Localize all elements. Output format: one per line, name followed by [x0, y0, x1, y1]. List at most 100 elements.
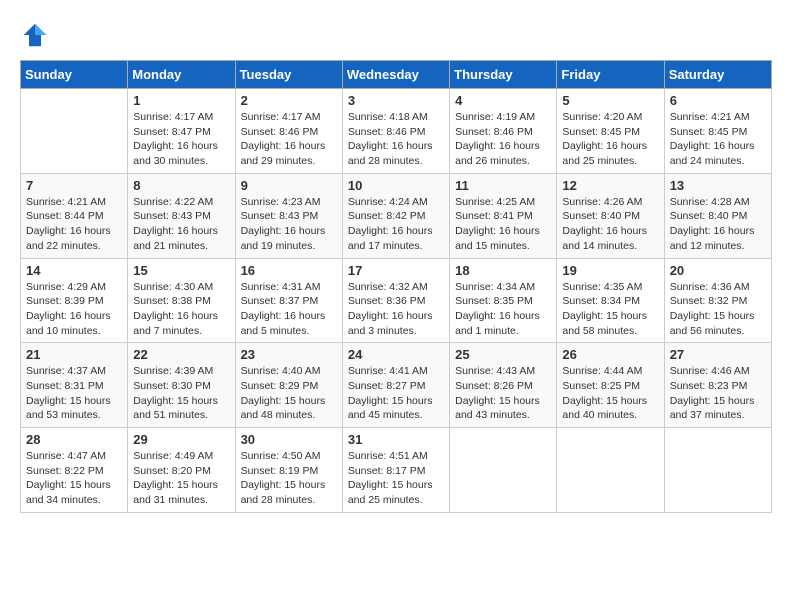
day-number: 29 — [133, 432, 229, 447]
day-number: 31 — [348, 432, 444, 447]
day-info: Sunrise: 4:36 AM Sunset: 8:32 PM Dayligh… — [670, 280, 766, 339]
day-number: 23 — [241, 347, 337, 362]
calendar-cell: 20 Sunrise: 4:36 AM Sunset: 8:32 PM Dayli… — [664, 258, 771, 343]
calendar-cell: 18 Sunrise: 4:34 AM Sunset: 8:35 PM Dayli… — [450, 258, 557, 343]
calendar-cell: 30Sunrise: 4:50 AM Sunset: 8:19 PM Dayli… — [235, 428, 342, 513]
calendar-cell: 17Sunrise: 4:32 AM Sunset: 8:36 PM Dayli… — [342, 258, 449, 343]
day-number: 10 — [348, 178, 444, 193]
day-number: 11 — [455, 178, 551, 193]
day-info: Sunrise: 4:30 AM Sunset: 8:38 PM Dayligh… — [133, 280, 229, 339]
calendar-cell — [21, 89, 128, 174]
day-number: 3 — [348, 93, 444, 108]
day-number: 4 — [455, 93, 551, 108]
day-info: Sunrise: 4:47 AM Sunset: 8:22 PM Dayligh… — [26, 449, 122, 508]
calendar-cell: 28 Sunrise: 4:47 AM Sunset: 8:22 PM Dayli… — [21, 428, 128, 513]
calendar-cell — [450, 428, 557, 513]
day-info: Sunrise: 4:19 AM Sunset: 8:46 PM Dayligh… — [455, 110, 551, 169]
day-info: Sunrise: 4:31 AM Sunset: 8:37 PM Dayligh… — [241, 280, 337, 339]
calendar-cell: 24 Sunrise: 4:41 AM Sunset: 8:27 PM Dayli… — [342, 343, 449, 428]
day-info: Sunrise: 4:21 AM Sunset: 8:44 PM Dayligh… — [26, 195, 122, 254]
weekday-header: Wednesday — [342, 61, 449, 89]
day-number: 22 — [133, 347, 229, 362]
calendar-week-row: 21Sunrise: 4:37 AM Sunset: 8:31 PM Dayli… — [21, 343, 772, 428]
calendar-cell: 26 Sunrise: 4:44 AM Sunset: 8:25 PM Dayli… — [557, 343, 664, 428]
day-number: 25 — [455, 347, 551, 362]
calendar-cell — [664, 428, 771, 513]
day-number: 7 — [26, 178, 122, 193]
day-info: Sunrise: 4:28 AM Sunset: 8:40 PM Dayligh… — [670, 195, 766, 254]
calendar-cell: 15 Sunrise: 4:30 AM Sunset: 8:38 PM Dayli… — [128, 258, 235, 343]
calendar-week-row: 28 Sunrise: 4:47 AM Sunset: 8:22 PM Dayli… — [21, 428, 772, 513]
day-info: Sunrise: 4:46 AM Sunset: 8:23 PM Dayligh… — [670, 364, 766, 423]
day-info: Sunrise: 4:20 AM Sunset: 8:45 PM Dayligh… — [562, 110, 658, 169]
calendar-cell: 29Sunrise: 4:49 AM Sunset: 8:20 PM Dayli… — [128, 428, 235, 513]
calendar-header-row: SundayMondayTuesdayWednesdayThursdayFrid… — [21, 61, 772, 89]
day-number: 28 — [26, 432, 122, 447]
day-info: Sunrise: 4:37 AM Sunset: 8:31 PM Dayligh… — [26, 364, 122, 423]
day-info: Sunrise: 4:40 AM Sunset: 8:29 PM Dayligh… — [241, 364, 337, 423]
calendar-cell: 12 Sunrise: 4:26 AM Sunset: 8:40 PM Dayli… — [557, 173, 664, 258]
day-number: 2 — [241, 93, 337, 108]
day-number: 9 — [241, 178, 337, 193]
calendar-cell: 10 Sunrise: 4:24 AM Sunset: 8:42 PM Dayli… — [342, 173, 449, 258]
calendar-cell: 13 Sunrise: 4:28 AM Sunset: 8:40 PM Dayli… — [664, 173, 771, 258]
weekday-header: Monday — [128, 61, 235, 89]
day-info: Sunrise: 4:23 AM Sunset: 8:43 PM Dayligh… — [241, 195, 337, 254]
day-info: Sunrise: 4:34 AM Sunset: 8:35 PM Dayligh… — [455, 280, 551, 339]
day-info: Sunrise: 4:41 AM Sunset: 8:27 PM Dayligh… — [348, 364, 444, 423]
day-info: Sunrise: 4:44 AM Sunset: 8:25 PM Dayligh… — [562, 364, 658, 423]
day-number: 18 — [455, 263, 551, 278]
day-number: 5 — [562, 93, 658, 108]
calendar-cell: 8Sunrise: 4:22 AM Sunset: 8:43 PM Daylig… — [128, 173, 235, 258]
weekday-header: Tuesday — [235, 61, 342, 89]
day-number: 17 — [348, 263, 444, 278]
weekday-header: Friday — [557, 61, 664, 89]
calendar-cell: 2 Sunrise: 4:17 AM Sunset: 8:46 PM Daylig… — [235, 89, 342, 174]
day-info: Sunrise: 4:39 AM Sunset: 8:30 PM Dayligh… — [133, 364, 229, 423]
calendar-cell — [557, 428, 664, 513]
calendar-cell: 3Sunrise: 4:18 AM Sunset: 8:46 PM Daylig… — [342, 89, 449, 174]
page-header — [20, 20, 772, 50]
day-number: 15 — [133, 263, 229, 278]
day-info: Sunrise: 4:24 AM Sunset: 8:42 PM Dayligh… — [348, 195, 444, 254]
day-number: 8 — [133, 178, 229, 193]
logo — [20, 20, 54, 50]
logo-icon — [20, 20, 50, 50]
day-info: Sunrise: 4:21 AM Sunset: 8:45 PM Dayligh… — [670, 110, 766, 169]
day-info: Sunrise: 4:17 AM Sunset: 8:47 PM Dayligh… — [133, 110, 229, 169]
calendar-week-row: 1 Sunrise: 4:17 AM Sunset: 8:47 PM Daylig… — [21, 89, 772, 174]
day-info: Sunrise: 4:51 AM Sunset: 8:17 PM Dayligh… — [348, 449, 444, 508]
calendar-cell: 7 Sunrise: 4:21 AM Sunset: 8:44 PM Daylig… — [21, 173, 128, 258]
day-info: Sunrise: 4:29 AM Sunset: 8:39 PM Dayligh… — [26, 280, 122, 339]
calendar-cell: 16 Sunrise: 4:31 AM Sunset: 8:37 PM Dayli… — [235, 258, 342, 343]
calendar-cell: 6 Sunrise: 4:21 AM Sunset: 8:45 PM Daylig… — [664, 89, 771, 174]
day-number: 30 — [241, 432, 337, 447]
calendar-cell: 1 Sunrise: 4:17 AM Sunset: 8:47 PM Daylig… — [128, 89, 235, 174]
calendar-cell: 25Sunrise: 4:43 AM Sunset: 8:26 PM Dayli… — [450, 343, 557, 428]
day-number: 13 — [670, 178, 766, 193]
day-number: 6 — [670, 93, 766, 108]
calendar-cell: 11 Sunrise: 4:25 AM Sunset: 8:41 PM Dayli… — [450, 173, 557, 258]
day-info: Sunrise: 4:35 AM Sunset: 8:34 PM Dayligh… — [562, 280, 658, 339]
day-number: 12 — [562, 178, 658, 193]
calendar-cell: 14 Sunrise: 4:29 AM Sunset: 8:39 PM Dayli… — [21, 258, 128, 343]
day-number: 26 — [562, 347, 658, 362]
day-info: Sunrise: 4:25 AM Sunset: 8:41 PM Dayligh… — [455, 195, 551, 254]
day-info: Sunrise: 4:26 AM Sunset: 8:40 PM Dayligh… — [562, 195, 658, 254]
calendar-cell: 4 Sunrise: 4:19 AM Sunset: 8:46 PM Daylig… — [450, 89, 557, 174]
calendar-cell: 27Sunrise: 4:46 AM Sunset: 8:23 PM Dayli… — [664, 343, 771, 428]
day-number: 20 — [670, 263, 766, 278]
day-info: Sunrise: 4:17 AM Sunset: 8:46 PM Dayligh… — [241, 110, 337, 169]
weekday-header: Sunday — [21, 61, 128, 89]
calendar-cell: 5 Sunrise: 4:20 AM Sunset: 8:45 PM Daylig… — [557, 89, 664, 174]
calendar-cell: 31 Sunrise: 4:51 AM Sunset: 8:17 PM Dayli… — [342, 428, 449, 513]
calendar-cell: 21Sunrise: 4:37 AM Sunset: 8:31 PM Dayli… — [21, 343, 128, 428]
calendar-week-row: 14 Sunrise: 4:29 AM Sunset: 8:39 PM Dayli… — [21, 258, 772, 343]
day-number: 19 — [562, 263, 658, 278]
day-number: 24 — [348, 347, 444, 362]
calendar-cell: 22 Sunrise: 4:39 AM Sunset: 8:30 PM Dayli… — [128, 343, 235, 428]
day-number: 16 — [241, 263, 337, 278]
day-number: 1 — [133, 93, 229, 108]
weekday-header: Saturday — [664, 61, 771, 89]
day-number: 14 — [26, 263, 122, 278]
